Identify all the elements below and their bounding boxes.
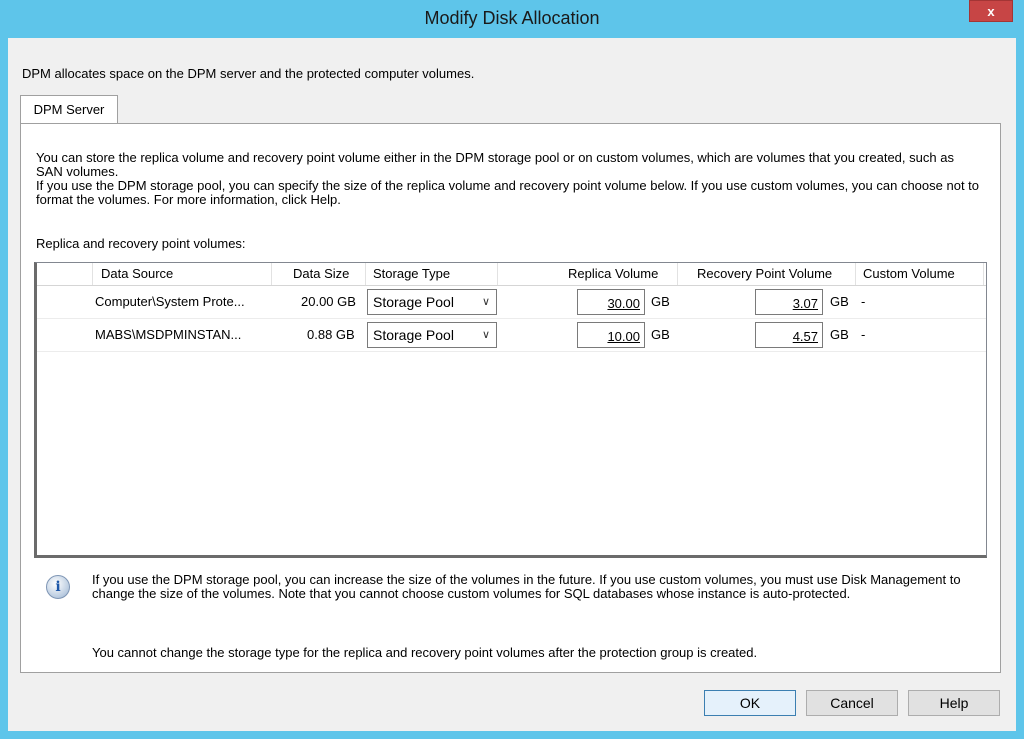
- replica-volume-input[interactable]: 10.00: [577, 322, 645, 348]
- recovery-point-unit: GB: [830, 294, 849, 309]
- column-data-size[interactable]: Data Size: [293, 266, 349, 281]
- help-button[interactable]: Help: [908, 690, 1000, 716]
- ok-button[interactable]: OK: [704, 690, 796, 716]
- storage-type-warning: You cannot change the storage type for t…: [92, 645, 758, 660]
- storage-type-value: Storage Pool: [373, 294, 454, 310]
- column-separator[interactable]: [855, 263, 856, 285]
- column-separator[interactable]: [365, 263, 366, 285]
- info-note: If you use the DPM storage pool, you can…: [92, 572, 961, 601]
- data-source-cell: MABS\MSDPMINSTAN...: [95, 327, 242, 342]
- replica-unit: GB: [651, 294, 670, 309]
- window-title: Modify Disk Allocation: [424, 8, 600, 28]
- replica-volume-input[interactable]: 30.00: [577, 289, 645, 315]
- recovery-point-unit: GB: [830, 327, 849, 342]
- column-separator[interactable]: [983, 263, 984, 285]
- data-size-cell: 20.00 GB: [301, 294, 356, 309]
- column-separator[interactable]: [271, 263, 272, 285]
- storage-type-value: Storage Pool: [373, 327, 454, 343]
- tab-panel: You can store the replica volume and rec…: [20, 123, 1001, 673]
- column-replica-volume[interactable]: Replica Volume: [568, 266, 658, 281]
- chevron-down-icon: ∨: [481, 329, 490, 341]
- title-bar: Modify Disk Allocation x: [0, 0, 1024, 38]
- tab-dpm-server[interactable]: DPM Server: [20, 95, 118, 123]
- chevron-down-icon: ∨: [481, 296, 490, 308]
- table-row[interactable]: MABS\MSDPMINSTAN... 0.88 GB Storage Pool…: [37, 319, 986, 352]
- volumes-grid[interactable]: Data Source Data Size Storage Type Repli…: [34, 262, 987, 558]
- column-data-source[interactable]: Data Source: [101, 266, 173, 281]
- column-storage-type[interactable]: Storage Type: [373, 266, 450, 281]
- description: You can store the replica volume and rec…: [36, 151, 981, 207]
- custom-volume-cell: -: [861, 294, 866, 309]
- data-source-cell: Computer\System Prote...: [95, 294, 245, 309]
- intro-text: DPM allocates space on the DPM server an…: [22, 66, 475, 81]
- close-button[interactable]: x: [969, 0, 1013, 22]
- recovery-point-volume-input[interactable]: 4.57: [755, 322, 823, 348]
- description-line-2: If you use the DPM storage pool, you can…: [36, 178, 980, 207]
- column-separator[interactable]: [92, 263, 93, 285]
- column-separator[interactable]: [497, 263, 498, 285]
- column-separator[interactable]: [677, 263, 678, 285]
- data-size-cell: 0.88 GB: [307, 327, 355, 342]
- custom-volume-cell: -: [861, 327, 866, 342]
- grid-header: Data Source Data Size Storage Type Repli…: [37, 263, 986, 286]
- storage-type-dropdown[interactable]: Storage Pool ∨: [367, 322, 497, 348]
- dialog-body: DPM allocates space on the DPM server an…: [8, 38, 1016, 731]
- storage-type-dropdown[interactable]: Storage Pool ∨: [367, 289, 497, 315]
- information-icon: i: [46, 575, 70, 599]
- volumes-list-label: Replica and recovery point volumes:: [36, 236, 246, 251]
- cancel-button[interactable]: Cancel: [806, 690, 898, 716]
- column-custom-volume[interactable]: Custom Volume: [863, 266, 955, 281]
- description-line-1: You can store the replica volume and rec…: [36, 150, 954, 179]
- table-row[interactable]: Computer\System Prote... 20.00 GB Storag…: [37, 286, 986, 319]
- replica-unit: GB: [651, 327, 670, 342]
- column-recovery-point-volume[interactable]: Recovery Point Volume: [697, 266, 832, 281]
- recovery-point-volume-input[interactable]: 3.07: [755, 289, 823, 315]
